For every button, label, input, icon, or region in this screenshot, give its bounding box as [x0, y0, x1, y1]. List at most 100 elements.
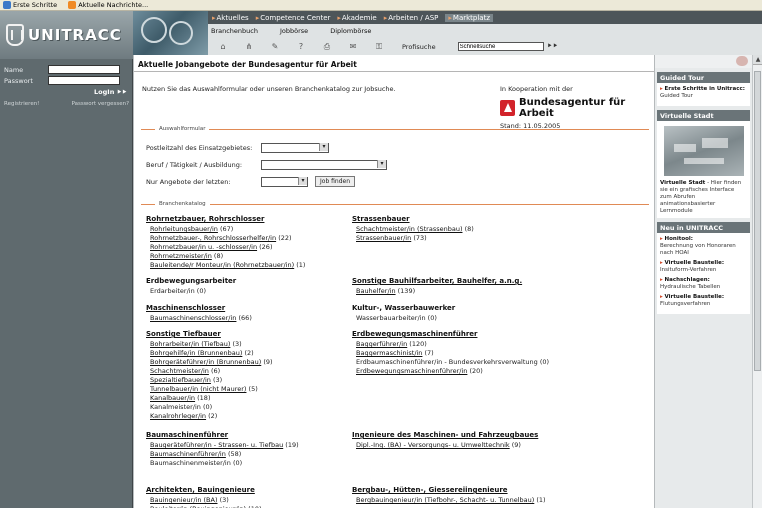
help-icon[interactable]: ?	[290, 42, 312, 51]
job-entry: Baumaschinenführer/in (58)	[146, 450, 299, 459]
job-link[interactable]: Schachtmeister/in (Strassenbau)	[356, 225, 463, 233]
catalog-category: Sonstige Tiefbauer Bohrarbeiter/in (Tiefb…	[146, 330, 273, 421]
mail-icon[interactable]: ✉	[342, 42, 364, 51]
category-title[interactable]: Bergbau-, Hütten-, Giessereiingenieure	[352, 486, 546, 495]
forgot-password-link[interactable]: Passwort vergessen?	[72, 101, 129, 107]
job-link[interactable]: Baggerführer/in	[356, 340, 407, 348]
job-link[interactable]: Bohrgehilfe/in (Brunnenbau)	[150, 349, 242, 357]
key-icon[interactable]: ⚿	[368, 42, 390, 52]
angebote-select[interactable]	[261, 176, 308, 187]
category-title[interactable]: Ingenieure des Maschinen- und Fahrzeugba…	[352, 431, 538, 440]
nav-diplomboerse[interactable]: Diplombörse	[330, 27, 371, 35]
ba-logo-link[interactable]: Bundesagentur für Arbeit	[500, 97, 654, 119]
job-entry: Spezialtiefbauer/in (3)	[146, 376, 273, 385]
virtual-city-image[interactable]	[663, 126, 744, 176]
job-link[interactable]: Strassenbauer/in	[356, 234, 411, 242]
login-button[interactable]: LogIn ⯈⯈	[4, 88, 127, 97]
search-go-button[interactable]: ⯈⯈	[547, 42, 558, 51]
news-item[interactable]: Virtuelle Baustelle:Flutungsverfahren	[660, 294, 747, 308]
browser-links-bar: Erste Schritte Aktuelle Nachrichte...	[0, 0, 762, 11]
category-title[interactable]: Strassenbauer	[352, 215, 474, 224]
search-form: Postleitzahl des Einsatzgebietes: Beruf …	[146, 139, 387, 190]
link-aktuelle-nachrichten[interactable]: Aktuelle Nachrichte...	[68, 1, 148, 9]
nav-arbeiten-asp[interactable]: Arbeiten / ASP	[384, 14, 438, 22]
job-link[interactable]: Bauingenieur/in (BA)	[150, 496, 218, 504]
decor-icon	[736, 56, 748, 66]
banner-image	[133, 11, 208, 55]
catalog-category: Erdbewegungsmaschinenführer Baggerführer/…	[352, 330, 549, 376]
guided-tour-link[interactable]: Erste Schritte in Unitracc: Guided Tour	[660, 86, 747, 100]
sidebar-top	[655, 55, 752, 68]
scroll-up-icon[interactable]: ▲	[753, 55, 762, 65]
job-link[interactable]: Baugeräteführer/in - Strassen- u. Tiefba…	[150, 441, 283, 449]
category-title[interactable]: Baumaschinenführer	[146, 431, 299, 440]
job-count: (9)	[263, 358, 273, 366]
job-link[interactable]: Baumaschinenschlosser/in	[150, 314, 236, 322]
edit-icon[interactable]: ✎	[264, 42, 286, 51]
job-link[interactable]: Tunnelbauer/in (nicht Maurer)	[150, 385, 246, 393]
news-item[interactable]: Honitool:Berechnung von Honoraren nach H…	[660, 236, 747, 257]
job-count: (2)	[244, 349, 254, 357]
unitracc-logo[interactable]: UNITRACC	[0, 11, 133, 59]
right-sidebar: Guided Tour Erste Schritte in Unitracc: …	[654, 55, 752, 508]
print-icon[interactable]: ⎙	[316, 42, 338, 52]
job-link[interactable]: Bohrgeräteführer/in (Brunnenbau)	[150, 358, 261, 366]
job-entry: Baugeräteführer/in - Strassen- u. Tiefba…	[146, 441, 299, 450]
job-count: (19)	[285, 441, 299, 449]
category-title[interactable]: Architekten, Bauingenieure	[146, 486, 262, 495]
job-link[interactable]: Kanalbauer/in	[150, 394, 195, 402]
job-link[interactable]: Kanalrohrleger/in	[150, 412, 206, 420]
nav-akademie[interactable]: Akademie	[337, 14, 377, 22]
home-icon[interactable]: ⌂	[212, 42, 234, 51]
nav-branchenbuch[interactable]: Branchenbuch	[211, 27, 258, 35]
category-title[interactable]: Erdbewegungsmaschinenführer	[352, 330, 549, 339]
job-link[interactable]: Baggermaschinist/in	[356, 349, 422, 357]
register-link[interactable]: Registrieren!	[4, 101, 39, 107]
job-entry: Bohrgeräteführer/in (Brunnenbau) (9)	[146, 358, 273, 367]
job-link[interactable]: Bauhelfer/in	[356, 287, 396, 295]
category-title[interactable]: Sonstige Tiefbauer	[146, 330, 273, 339]
job-entry: Baggermaschinist/in (7)	[352, 349, 549, 358]
search-input[interactable]	[457, 42, 544, 51]
name-input[interactable]	[48, 65, 120, 74]
link-erste-schritte[interactable]: Erste Schritte	[3, 1, 57, 9]
sitemap-icon[interactable]: ⋔	[238, 42, 260, 51]
job-link[interactable]: Erdbewegungsmaschinenführer/in	[356, 367, 467, 375]
vertical-scrollbar[interactable]: ▲	[752, 55, 762, 508]
job-link[interactable]: Rohrnetzbauer/in u. -schlosser/in	[150, 243, 257, 251]
password-input[interactable]	[48, 76, 120, 85]
category-title[interactable]: Sonstige Bauhilfsarbeiter, Bauhelfer, a.…	[352, 277, 522, 286]
job-link[interactable]: Bergbauingenieur/in (Tiefbohr-, Schacht-…	[356, 496, 534, 504]
nav-aktuelles[interactable]: Aktuelles	[212, 14, 249, 22]
job-link[interactable]: Baumaschinenführer/in	[150, 450, 226, 458]
job-entry: Schachtmeister/in (Strassenbau) (8)	[352, 225, 474, 234]
job-entry: Kanalmeister/in (0)	[146, 403, 273, 412]
plz-select[interactable]	[261, 142, 329, 153]
category-title[interactable]: Maschinenschlosser	[146, 304, 252, 313]
nav-competence-center[interactable]: Competence Center	[256, 14, 330, 22]
logo-icon	[6, 24, 24, 46]
news-item[interactable]: Nachschlagen:Hydraulische Tabellen	[660, 277, 747, 291]
job-link[interactable]: Schachtmeister/in	[150, 367, 209, 375]
job-link[interactable]: Bohrarbeiter/in (Tiefbau)	[150, 340, 230, 348]
nav-jobboerse[interactable]: Jobbörse	[280, 27, 308, 35]
name-label: Name	[4, 65, 24, 74]
job-entry: Bohrarbeiter/in (Tiefbau) (3)	[146, 340, 273, 349]
news-item[interactable]: Virtuelle Baustelle:Insituform-Verfahren	[660, 260, 747, 274]
job-link[interactable]: Rohrleitungsbauer/in	[150, 225, 218, 233]
scroll-thumb[interactable]	[754, 71, 761, 371]
plz-label: Postleitzahl des Einsatzgebietes:	[146, 143, 253, 152]
job-link[interactable]: Spezialtiefbauer/in	[150, 376, 211, 384]
job-finden-button[interactable]: Job finden	[315, 176, 356, 187]
job-link[interactable]: Rohrnetzmeister/in	[150, 252, 212, 260]
beruf-select[interactable]	[261, 159, 387, 170]
job-link[interactable]: Bauleitende/r Monteur/in (Rohrnetzbauer/…	[150, 261, 294, 269]
catalog-category: Ingenieure des Maschinen- und Fahrzeugba…	[352, 431, 538, 450]
category-title: Erdbewegungsarbeiter	[146, 277, 237, 285]
category-title[interactable]: Rohrnetzbauer, Rohrschlosser	[146, 215, 305, 224]
job-entry: Bohrgehilfe/in (Brunnenbau) (2)	[146, 349, 273, 358]
profisuche-link[interactable]: Profisuche	[402, 43, 436, 51]
nav-marktplatz[interactable]: Marktplatz	[445, 13, 494, 22]
job-link[interactable]: Dipl.-Ing. (BA) - Versorgungs- u. Umwelt…	[356, 441, 510, 449]
job-link[interactable]: Rohrnetzbauer-, Rohrschlosserhelfer/in	[150, 234, 276, 242]
